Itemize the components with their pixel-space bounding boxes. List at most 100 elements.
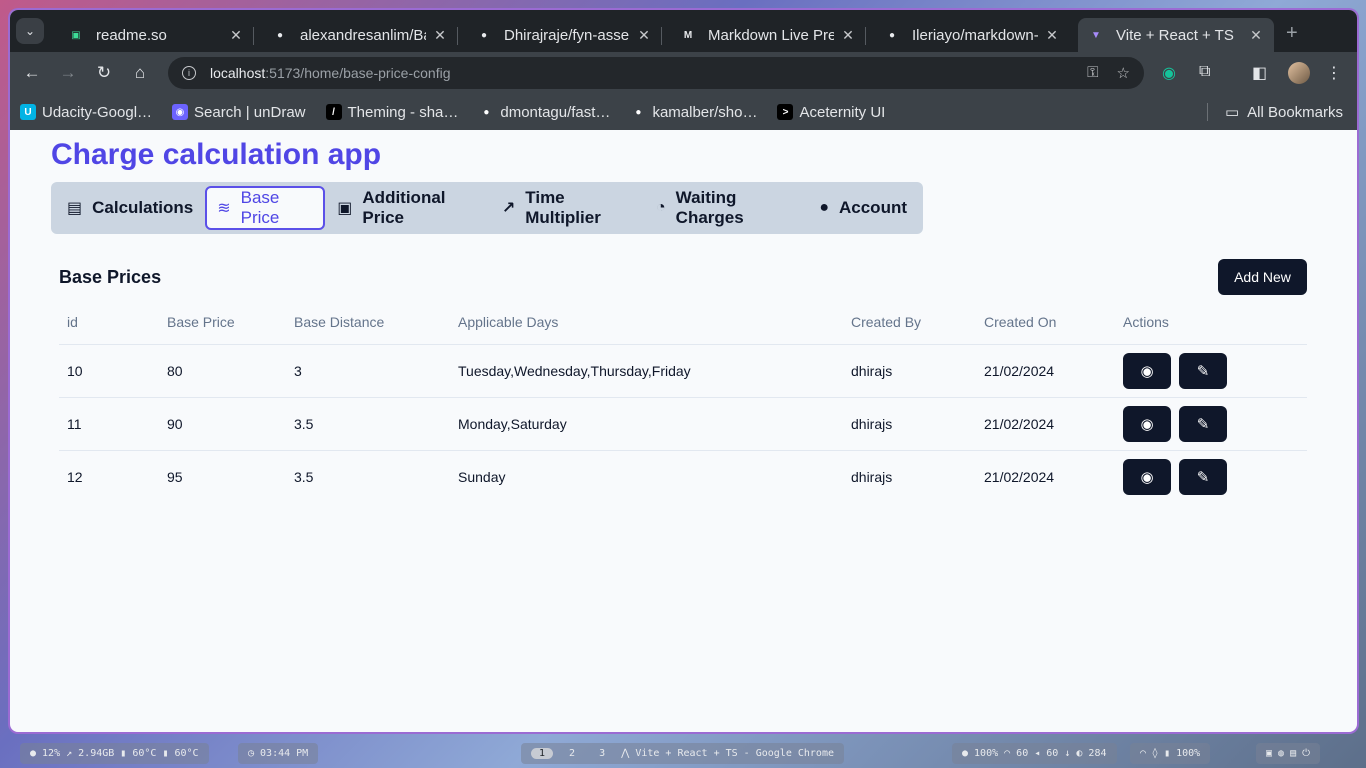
bookmark-label: Udacity-Googl… — [42, 103, 153, 121]
column-header: id — [59, 301, 159, 345]
close-tab-icon[interactable]: ✕ — [840, 27, 856, 44]
close-tab-icon[interactable]: ✕ — [432, 27, 448, 44]
all-bookmarks-label: All Bookmarks — [1247, 103, 1343, 121]
extensions-icon[interactable]: ⧉ — [1199, 63, 1210, 81]
browser-tab[interactable]: ▼ Vite + React + TS ✕ — [1078, 18, 1274, 52]
tab-label: Additional Price — [362, 188, 446, 227]
star-icon[interactable]: ☆ — [1117, 64, 1130, 82]
url-path: :5173/home/base-price-config — [265, 65, 451, 81]
menu-kebab-icon[interactable]: ⋮ — [1326, 63, 1342, 83]
bookmark-item[interactable]: > Aceternity UI — [777, 104, 885, 121]
table-header-row: id Base Price Base Distance Applicable Days… — [59, 301, 1307, 345]
folder-icon: ▭ — [1224, 104, 1240, 121]
tab-time-multiplier[interactable]: ↗ Time Multiplier — [490, 186, 644, 230]
tab-title: readme.so — [96, 26, 167, 44]
key-icon[interactable]: ⚿ — [1087, 64, 1098, 82]
active-window-title: ⋀ Vite + React + TS - Google Chrome — [621, 748, 834, 759]
banknote-icon: ▣ — [337, 200, 353, 217]
bookmark-item[interactable]: ● kamalber/sho… — [630, 104, 757, 121]
edit-button[interactable]: ✎ — [1179, 405, 1227, 442]
tab-title: Vite + React + TS — [1116, 26, 1234, 44]
tab-strip: ⌄ ▣ readme.so ✕ ● alexandresanlim/Ba ✕ ● Dhiraj… — [10, 10, 1357, 52]
table-row: 10 80 3 Tuesday,Wednesday,Thursday,Friday dh… — [59, 344, 1307, 398]
tab-label: Time Multiplier — [525, 188, 601, 227]
add-new-button[interactable]: Add New — [1218, 259, 1307, 295]
view-button[interactable]: ◉ — [1123, 458, 1171, 495]
bookmark-item[interactable]: ● dmontagu/fast… — [478, 104, 610, 121]
markdown-icon: M — [683, 29, 693, 41]
bookmark-item[interactable]: U Udacity-Googl… — [20, 104, 152, 121]
address-bar[interactable]: i localhost:5173/home/base-price-config … — [168, 57, 1144, 89]
browser-tab[interactable]: M Markdown Live Prev ✕ — [670, 18, 866, 52]
tab-account[interactable]: ● Account — [807, 186, 919, 230]
side-panel-icon[interactable]: ◧ — [1252, 63, 1267, 83]
github-icon: ● — [888, 29, 896, 41]
database-icon: ≋ — [217, 200, 231, 217]
browser-tab[interactable]: ● alexandresanlim/Ba ✕ — [262, 18, 458, 52]
system-tray: ◠ ◊ ▮ 100% — [1130, 743, 1211, 764]
vite-icon: ▼ — [1091, 29, 1101, 41]
close-tab-icon[interactable]: ✕ — [228, 27, 244, 44]
grammarly-icon[interactable]: ◉ — [1162, 63, 1176, 83]
table-cell: 21/02/2024 — [976, 397, 1115, 451]
tab-additional-price[interactable]: ▣ Additional Price — [325, 186, 490, 230]
table-cell: 90 — [159, 397, 286, 451]
tab-title: alexandresanlim/Ba — [300, 26, 426, 44]
app-page: Charge calculation app ▤ Calculations ≋ Bas… — [10, 130, 1357, 730]
view-button[interactable]: ◉ — [1123, 405, 1171, 442]
workspace-1[interactable]: 1 — [531, 748, 554, 759]
chevron-down-icon: ⌄ — [24, 24, 36, 38]
workspace-3[interactable]: 3 — [591, 748, 613, 759]
table-cell: 21/02/2024 — [976, 344, 1115, 398]
column-header: Actions — [1115, 301, 1307, 345]
forward-button[interactable]: → — [58, 63, 78, 83]
tab-calculations[interactable]: ▤ Calculations — [55, 186, 205, 230]
arrow-left-icon: ← — [23, 63, 41, 82]
bookmark-label: Theming - sha… — [347, 103, 459, 121]
aceternity-icon: > — [777, 104, 794, 120]
shadcn-icon: / — [325, 104, 342, 120]
tab-label: Account — [839, 198, 907, 217]
new-tab-button[interactable]: + — [1286, 22, 1298, 45]
user-icon: ● — [819, 199, 829, 216]
view-button[interactable]: ◉ — [1123, 352, 1171, 389]
table-cell: 11 — [59, 397, 159, 451]
profile-avatar[interactable] — [1288, 62, 1310, 84]
home-button[interactable]: ⌂ — [130, 63, 150, 83]
app-nav-tabs: ▤ Calculations ≋ Base Price ▣ Additional Pric… — [51, 182, 923, 234]
close-tab-icon[interactable]: ✕ — [636, 27, 652, 44]
column-header: Base Price — [159, 301, 286, 345]
table-cell: Sunday — [458, 468, 506, 485]
table-cell: 3.5 — [294, 468, 314, 485]
browser-tab[interactable]: ▣ readme.so ✕ — [58, 18, 254, 52]
browser-tab[interactable]: ● Ileriayo/markdown- ✕ — [874, 18, 1070, 52]
reload-button[interactable]: ↻ — [94, 63, 114, 83]
browser-tab[interactable]: ● Dhirajraje/fyn-asse ✕ — [466, 18, 662, 52]
table-cell: dhirajs — [851, 468, 893, 485]
workspace-switcher: 1 2 3 ⋀ Vite + React + TS - Google Chrome — [521, 743, 844, 764]
close-tab-icon[interactable]: ✕ — [1044, 27, 1060, 44]
github-icon: ● — [630, 104, 647, 120]
workspace-2[interactable]: 2 — [561, 748, 583, 759]
tab-base-price[interactable]: ≋ Base Price — [205, 186, 326, 230]
table-cell: Monday,Saturday — [450, 397, 843, 451]
pencil-icon: ✎ — [1196, 415, 1210, 433]
edit-button[interactable]: ✎ — [1179, 458, 1227, 495]
bookmark-item[interactable]: / Theming - sha… — [325, 103, 459, 121]
column-header: Created On — [976, 301, 1115, 345]
tab-title: Ileriayo/markdown- — [912, 26, 1038, 44]
system-stats: ● 12% ↗ 2.94GB ▮ 60°C ▮ 60°C — [20, 743, 209, 764]
bookmark-item[interactable]: ◉ Search | unDraw — [172, 104, 306, 121]
actions-cell: ◉ ✎ — [1115, 344, 1307, 398]
site-info-icon[interactable]: i — [182, 66, 196, 80]
all-bookmarks-button[interactable]: ▭ All Bookmarks — [1206, 103, 1343, 121]
tab-label: Calculations — [92, 198, 194, 217]
close-tab-icon[interactable]: ✕ — [1248, 27, 1264, 44]
tab-waiting-charges[interactable]: ◔ Waiting Charges — [644, 186, 807, 230]
tab-label: Base Price — [240, 188, 280, 227]
edit-button[interactable]: ✎ — [1179, 352, 1227, 389]
tab-search-button[interactable]: ⌄ — [16, 18, 44, 44]
back-button[interactable]: ← — [22, 63, 42, 83]
power-controls[interactable]: ▣ ◍ ▤ ⏻ — [1256, 743, 1321, 764]
table-row: 11 90 3.5 Monday,Saturday dhirajs 21/02/2024 ◉… — [59, 397, 1307, 451]
